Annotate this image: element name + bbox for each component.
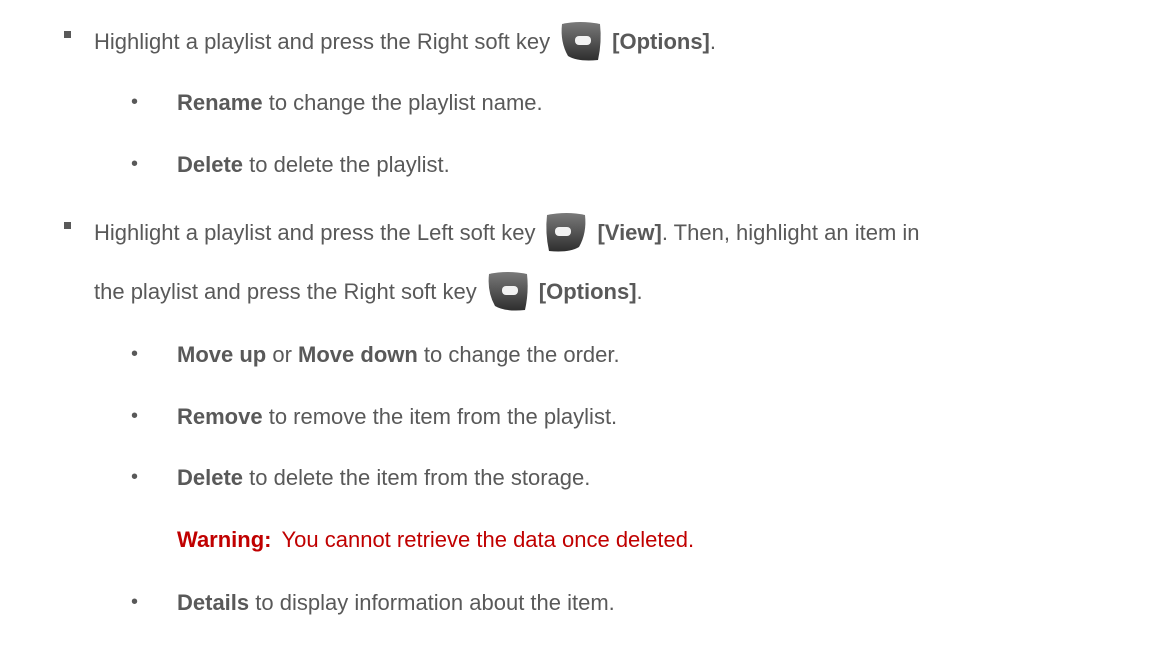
delete-label: Delete [177, 152, 244, 177]
list-item: Highlight a playlist and press the Left … [94, 211, 920, 255]
round-bullet-icon: • [131, 405, 139, 427]
warning-note: Warning: You cannot retrieve the data on… [177, 525, 694, 555]
list-item: Remove to remove the item from the playl… [177, 402, 617, 432]
warning-text: You cannot retrieve the data once delete… [281, 527, 695, 552]
list-item-text: Highlight a playlist and press the Left … [94, 220, 536, 245]
list-item-text: to delete the item from the storage. [243, 465, 591, 490]
list-item-text: to display information about the item. [249, 590, 615, 615]
options-key-label: [Options] [538, 279, 637, 304]
list-item: Move up or Move down to change the order… [177, 340, 620, 370]
list-item-text: to change the playlist name. [262, 90, 543, 115]
list-item: Details to display information about the… [177, 588, 615, 618]
list-item: Delete to delete the playlist. [177, 150, 450, 180]
list-item-suffix: . [709, 29, 717, 54]
right-soft-key-icon [488, 272, 528, 311]
rename-label: Rename [177, 90, 263, 115]
left-soft-key-icon [546, 213, 586, 252]
list-item-text: the playlist and press the Right soft ke… [94, 279, 477, 304]
round-bullet-icon: • [131, 591, 139, 613]
round-bullet-icon: • [131, 153, 139, 175]
round-bullet-icon: • [131, 466, 139, 488]
details-label: Details [177, 590, 250, 615]
right-soft-key-icon [561, 22, 601, 61]
list-item-text: to change the order. [417, 342, 620, 367]
list-item-text: to delete the playlist. [243, 152, 450, 177]
square-bullet-icon [64, 222, 71, 229]
list-item-text: or [266, 342, 299, 367]
list-item-suffix: . [636, 279, 643, 304]
list-item: Delete to delete the item from the stora… [177, 463, 590, 493]
options-key-label: [Options] [612, 29, 710, 54]
remove-label: Remove [177, 404, 263, 429]
list-item: Highlight a playlist and press the Right… [94, 20, 716, 64]
view-key-label: [View] [597, 220, 662, 245]
warning-label: Warning: [177, 527, 272, 552]
list-item-text: to remove the item from the playlist. [262, 404, 618, 429]
round-bullet-icon: • [131, 343, 139, 365]
square-bullet-icon [64, 31, 71, 38]
delete-label: Delete [177, 465, 244, 490]
round-bullet-icon: • [131, 91, 139, 113]
move-down-label: Move down [298, 342, 418, 367]
list-item-continuation: the playlist and press the Right soft ke… [94, 270, 643, 314]
list-item-text: Highlight a playlist and press the Right… [94, 29, 551, 54]
list-item: Rename to change the playlist name. [177, 88, 543, 118]
list-item-suffix: . Then, highlight an item in [661, 220, 920, 245]
move-up-label: Move up [177, 342, 267, 367]
